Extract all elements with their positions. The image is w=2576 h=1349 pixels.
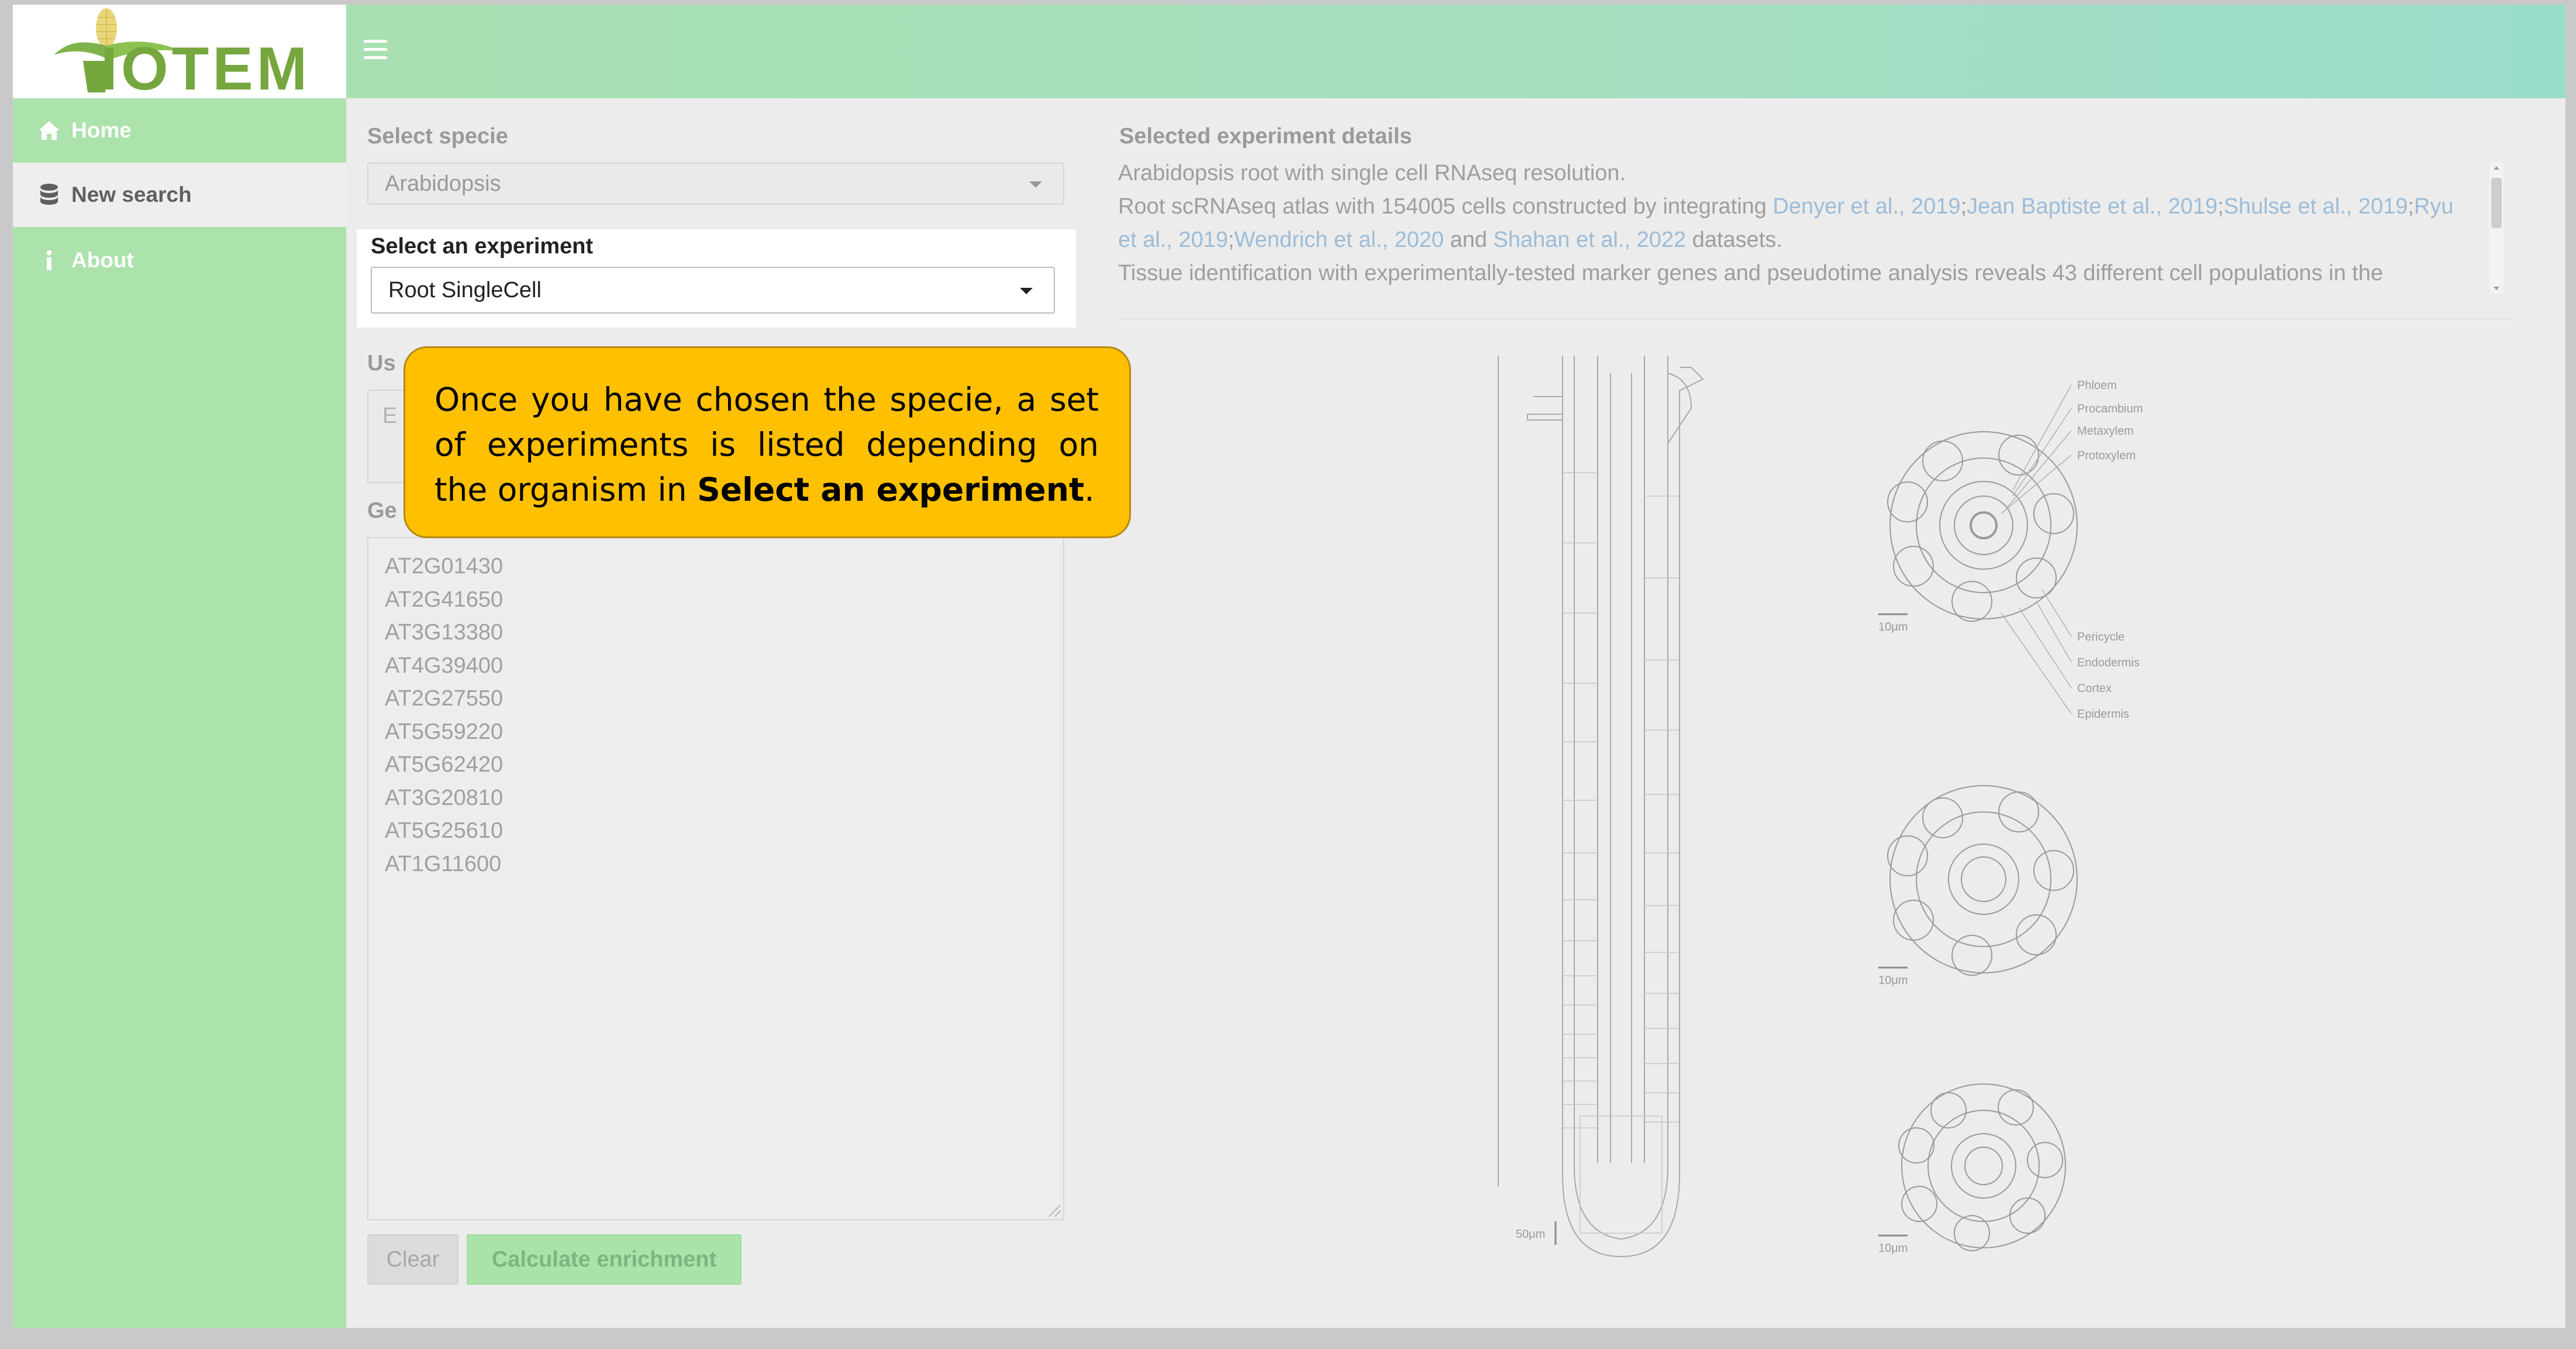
menu-toggle-icon[interactable] [364, 40, 387, 63]
chevron-down-icon [1029, 181, 1042, 188]
tissue-label: Epidermis [2077, 708, 2129, 721]
clear-button[interactable]: Clear [367, 1234, 458, 1285]
sidebar-item-home[interactable]: Home [13, 98, 346, 163]
home-icon [36, 119, 62, 142]
details-text: Arabidopsis root with single cell RNAseq… [1118, 157, 2475, 291]
separator: ; [2218, 194, 2224, 219]
tissue-label: Procambium [2077, 402, 2143, 415]
gene-id: AT3G13380 [385, 620, 504, 645]
separator: ; [1228, 228, 1234, 252]
callout-text-end: . [1084, 471, 1095, 508]
scroll-up-icon[interactable] [2494, 166, 2499, 170]
tissue-label: Phloem [2077, 379, 2117, 392]
details-line: Arabidopsis root with single cell RNAseq… [1118, 161, 1626, 185]
details-text-fragment: datasets. [1686, 228, 1782, 252]
tissue-label: Endodermis [2077, 656, 2140, 669]
sidebar-item-new-search[interactable]: New search [13, 163, 346, 227]
genes-label: Ge [367, 498, 397, 523]
scale-label-section: 10μm [1878, 974, 1908, 987]
experiment-select[interactable]: Root SingleCell [371, 267, 1055, 314]
scroll-down-icon[interactable] [2494, 287, 2499, 290]
calculate-enrichment-button[interactable]: Calculate enrichment [467, 1234, 742, 1285]
experiment-label: Select an experiment [371, 234, 594, 259]
divider [1118, 318, 2516, 319]
details-line: Tissue identification with experimentall… [1118, 261, 2383, 285]
chevron-down-icon [1020, 288, 1033, 294]
user-list-input-value: E [382, 404, 398, 428]
citation-link[interactable]: Wendrich et al., 2020 [1234, 228, 1444, 252]
logo-text: IOTEM [101, 35, 311, 103]
root-cell-pattern [1563, 472, 1680, 1234]
sidebar-item-label: About [71, 248, 134, 272]
citation-link[interactable]: Jean Baptiste et al., 2019 [1967, 194, 2218, 219]
gene-id: AT3G20810 [385, 785, 504, 810]
gene-id: AT4G39400 [385, 653, 504, 678]
specie-label: Select specie [367, 124, 508, 149]
gene-id: AT1G11600 [385, 851, 502, 876]
sidebar-item-label: New search [71, 183, 192, 207]
cross-section-middle [1887, 785, 2078, 976]
info-icon [36, 249, 62, 272]
details-scrollbar[interactable] [2489, 163, 2503, 294]
specie-selected-value: Arabidopsis [385, 171, 501, 196]
root-longitudinal-drawing [1498, 356, 1704, 1258]
separator: ; [2408, 194, 2414, 219]
details-title: Selected experiment details [1119, 124, 1412, 149]
logo[interactable]: IOTEM [13, 5, 346, 103]
sidebar-item-about[interactable]: About [13, 228, 346, 292]
top-header [346, 5, 2565, 98]
tissue-label: Cortex [2077, 682, 2112, 695]
tutorial-callout: Once you have chosen the specie, a set o… [404, 346, 1131, 538]
app-window: IOTEM Home New search About Select speci… [13, 5, 2565, 1328]
tissue-label: Protoxylem [2077, 449, 2136, 462]
genes-textarea[interactable]: AT2G01430 AT2G41650 AT3G13380 AT4G39400 … [367, 537, 1064, 1220]
citation-link[interactable]: Shahan et al., 2022 [1494, 228, 1687, 252]
separator: ; [1960, 194, 1967, 219]
details-text-fragment: Root scRNAseq atlas with 154005 cells co… [1118, 194, 1773, 219]
gene-id: AT5G25610 [385, 818, 504, 843]
user-list-label: Us [367, 351, 396, 376]
experiment-panel: Select an experiment Root SingleCell [357, 229, 1076, 328]
specie-select[interactable]: Arabidopsis [367, 163, 1064, 205]
callout-highlight: Select an experiment [697, 471, 1085, 508]
main-content: Select specie Arabidopsis Select an expe… [346, 98, 2565, 1328]
scale-label-root: 50μm [1516, 1228, 1545, 1241]
gene-id: AT2G27550 [385, 686, 504, 711]
cross-section-top [1887, 431, 2078, 622]
root-illustration: 50μm Phloem Procambium Metaxylem Protoxy… [1498, 356, 2143, 1258]
scroll-thumb[interactable] [2491, 178, 2502, 228]
experiment-selected-value: Root SingleCell [388, 277, 542, 302]
gene-id: AT2G41650 [385, 587, 504, 612]
gene-id: AT5G62420 [385, 752, 504, 777]
scale-label-section: 10μm [1878, 621, 1908, 634]
database-icon [36, 183, 62, 207]
citation-link[interactable]: Denyer et al., 2019 [1772, 194, 1960, 219]
sidebar: Home New search About [13, 98, 346, 1328]
citation-link[interactable]: Shulse et al., 2019 [2224, 194, 2408, 219]
scale-label-section: 10μm [1878, 1242, 1908, 1255]
gene-id: AT5G59220 [385, 719, 504, 744]
details-text-fragment: and [1444, 228, 1494, 252]
tissue-label: Metaxylem [2077, 425, 2134, 438]
details-line: Root scRNAseq atlas with 154005 cells co… [1118, 190, 2475, 257]
gene-id: AT2G01430 [385, 554, 504, 579]
tissue-label: Pericycle [2077, 631, 2125, 643]
cross-section-bottom [1898, 1083, 2066, 1251]
sidebar-item-label: Home [71, 118, 132, 142]
resize-handle-icon[interactable] [1049, 1205, 1061, 1217]
